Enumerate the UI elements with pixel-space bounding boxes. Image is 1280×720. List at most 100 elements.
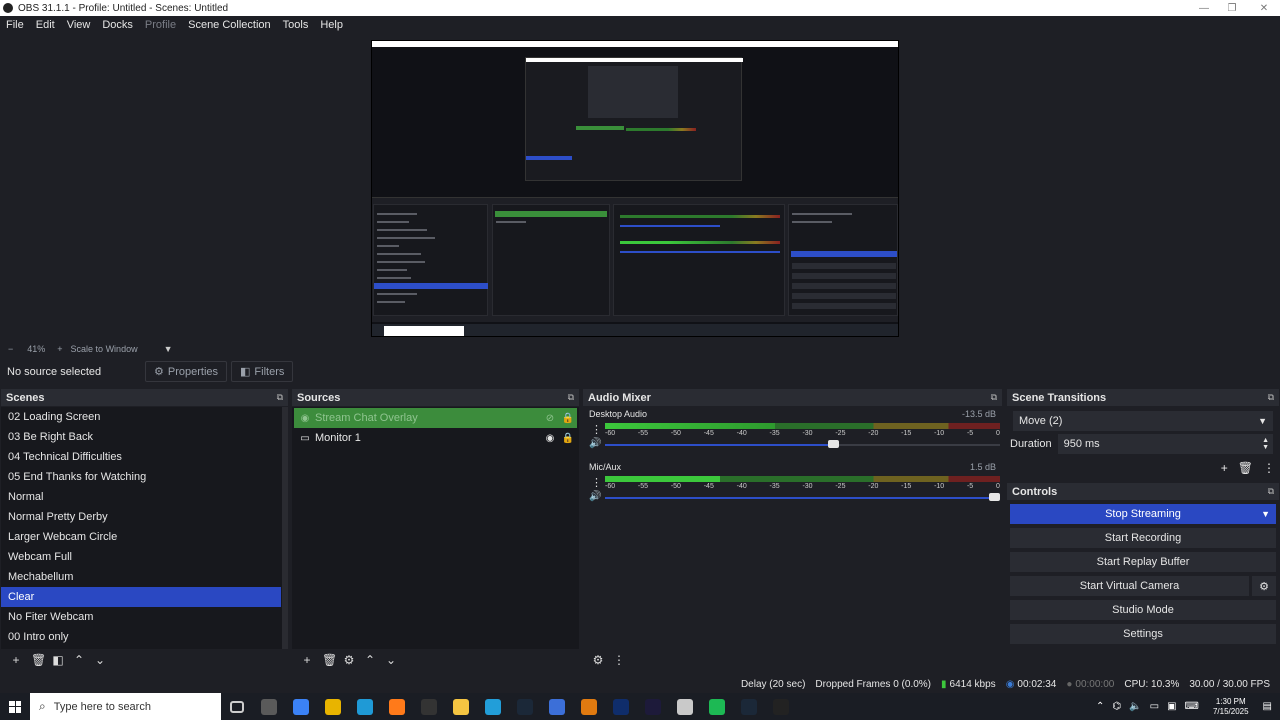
undock-icon[interactable]: ⧉ xyxy=(991,392,997,403)
menu-edit[interactable]: Edit xyxy=(30,19,61,31)
start-replay-buffer-button[interactable]: Start Replay Buffer xyxy=(1010,552,1276,572)
scene-item[interactable]: 05 End Thanks for Watching xyxy=(1,467,281,487)
taskbar-app-icon[interactable] xyxy=(253,693,285,720)
volume-knob[interactable] xyxy=(989,493,1000,501)
clock[interactable]: 1:30 PM 7/15/2025 xyxy=(1213,697,1249,717)
taskbar-app-icon[interactable] xyxy=(765,693,797,720)
transition-select[interactable]: Move (2) ▼ xyxy=(1013,411,1273,431)
menu-scene-collection[interactable]: Scene Collection xyxy=(182,19,277,31)
duration-spinbox[interactable]: 950 ms ▲ ▼ xyxy=(1057,434,1273,454)
scene-item[interactable]: 03 Be Right Back xyxy=(1,427,281,447)
menu-file[interactable]: File xyxy=(0,19,30,31)
chevron-down-icon[interactable]: ▼ xyxy=(164,344,173,354)
stop-streaming-button[interactable]: Stop Streaming ▼ xyxy=(1010,504,1276,524)
close-icon[interactable]: ✕ xyxy=(1248,0,1280,16)
taskbar-app-icon[interactable] xyxy=(317,693,349,720)
network-icon[interactable]: ⌬ xyxy=(1112,701,1121,712)
undock-icon[interactable]: ⧉ xyxy=(1268,392,1274,403)
speaker-icon[interactable]: 🔊 xyxy=(589,491,601,502)
menu-profile[interactable]: Profile xyxy=(139,19,182,31)
undock-icon[interactable]: ⧉ xyxy=(1268,486,1274,497)
studio-mode-button[interactable]: Studio Mode xyxy=(1010,600,1276,620)
lock-icon[interactable]: 🔒 xyxy=(559,433,577,444)
move-up-icon[interactable]: ⌃ xyxy=(73,653,85,667)
chevron-up-icon[interactable]: ⌃ xyxy=(1096,701,1104,712)
move-down-icon[interactable]: ⌄ xyxy=(94,653,106,667)
menu-view[interactable]: View xyxy=(61,19,97,31)
scene-item[interactable]: Webcam Full xyxy=(1,547,281,567)
source-item[interactable]: ◉ Stream Chat Overlay ⊘ 🔒 xyxy=(294,408,577,428)
add-transition-icon[interactable]: + xyxy=(1221,461,1228,475)
device-icon[interactable]: ▣ xyxy=(1167,701,1176,712)
scene-filters-icon[interactable]: ◧ xyxy=(52,653,64,667)
scene-item[interactable]: Mechabellum xyxy=(1,567,281,587)
move-down-icon[interactable]: ⌄ xyxy=(385,653,397,667)
notification-icon[interactable]: ▤ xyxy=(1263,701,1272,712)
speaker-icon[interactable]: 🔊 xyxy=(589,438,601,449)
volume-slider[interactable]: 🔊 xyxy=(589,491,1001,503)
taskbar-app-icon[interactable] xyxy=(637,693,669,720)
volume-slider[interactable]: 🔊 xyxy=(589,438,1001,450)
gear-icon[interactable]: ⚙ xyxy=(1252,576,1276,596)
advanced-audio-icon[interactable]: ⚙ xyxy=(592,653,604,667)
add-source-icon[interactable]: + xyxy=(301,653,313,667)
scene-item[interactable]: Larger Webcam Circle xyxy=(1,527,281,547)
eye-hidden-icon[interactable]: ⊘ xyxy=(541,413,559,424)
scenes-scrollbar[interactable] xyxy=(282,407,288,663)
source-item[interactable]: ▭ Monitor 1 ◉ 🔒 xyxy=(294,428,577,448)
start-recording-button[interactable]: Start Recording xyxy=(1010,528,1276,548)
menu-tools[interactable]: Tools xyxy=(277,19,315,31)
scene-item[interactable]: Normal Pretty Derby xyxy=(1,507,281,527)
zoom-in-button[interactable]: + xyxy=(57,344,62,354)
taskbar-app-icon[interactable] xyxy=(221,693,253,720)
scene-item[interactable]: 00 Intro only xyxy=(1,627,281,647)
taskbar-app-icon[interactable] xyxy=(541,693,573,720)
stepper-icon[interactable]: ▲ ▼ xyxy=(1262,437,1269,451)
remove-source-icon[interactable]: 🗑 xyxy=(322,653,337,667)
taskbar-app-icon[interactable] xyxy=(701,693,733,720)
scene-item[interactable]: 04 Technical Difficulties xyxy=(1,447,281,467)
zoom-out-button[interactable]: − xyxy=(8,344,13,354)
program-preview[interactable] xyxy=(371,40,899,337)
volume-icon[interactable]: 🔈 xyxy=(1129,701,1141,712)
kebab-menu-icon[interactable]: ⋮ xyxy=(591,423,602,436)
taskbar-app-icon[interactable] xyxy=(477,693,509,720)
taskbar-app-icon[interactable] xyxy=(413,693,445,720)
settings-button[interactable]: Settings xyxy=(1010,624,1276,644)
chevron-down-icon[interactable]: ▼ xyxy=(1261,509,1270,519)
kebab-menu-icon[interactable]: ⋮ xyxy=(613,653,625,667)
remove-scene-icon[interactable]: 🗑 xyxy=(31,653,46,667)
menu-help[interactable]: Help xyxy=(314,19,349,31)
undock-icon[interactable]: ⧉ xyxy=(568,392,574,403)
taskbar-app-icon[interactable] xyxy=(733,693,765,720)
menu-docks[interactable]: Docks xyxy=(96,19,139,31)
taskbar-app-icon[interactable] xyxy=(381,693,413,720)
taskbar-search[interactable]: ⌕ Type here to search xyxy=(30,693,221,720)
scene-item[interactable]: Clear xyxy=(1,587,281,607)
restore-icon[interactable]: ❐ xyxy=(1216,0,1248,16)
move-up-icon[interactable]: ⌃ xyxy=(364,653,376,667)
kebab-menu-icon[interactable]: ⋮ xyxy=(591,476,602,489)
taskbar-app-icon[interactable] xyxy=(573,693,605,720)
remove-transition-icon[interactable]: 🗑 xyxy=(1238,461,1253,475)
taskbar-app-icon[interactable] xyxy=(605,693,637,720)
taskbar-app-icon[interactable] xyxy=(349,693,381,720)
source-properties-icon[interactable]: ⚙ xyxy=(343,653,355,667)
eye-icon[interactable]: ◉ xyxy=(541,433,559,444)
taskbar-app-icon[interactable] xyxy=(669,693,701,720)
taskbar-app-icon[interactable] xyxy=(285,693,317,720)
lock-icon[interactable]: 🔒 xyxy=(559,413,577,424)
start-virtual-camera-button[interactable]: Start Virtual Camera xyxy=(1010,576,1249,596)
kebab-menu-icon[interactable]: ⋮ xyxy=(1263,461,1275,475)
battery-icon[interactable]: ▭ xyxy=(1150,701,1159,712)
scene-item[interactable]: 02 Loading Screen xyxy=(1,407,281,427)
keyboard-icon[interactable]: ⌨ xyxy=(1185,701,1199,712)
add-scene-icon[interactable]: + xyxy=(10,653,22,667)
scene-item[interactable]: No Fiter Webcam xyxy=(1,607,281,627)
scale-mode[interactable]: Scale to Window xyxy=(71,344,138,354)
scene-item[interactable]: Normal xyxy=(1,487,281,507)
volume-knob[interactable] xyxy=(828,440,839,448)
undock-icon[interactable]: ⧉ xyxy=(277,392,283,403)
filters-button[interactable]: ◧ Filters xyxy=(231,361,294,382)
taskbar-app-icon[interactable] xyxy=(445,693,477,720)
